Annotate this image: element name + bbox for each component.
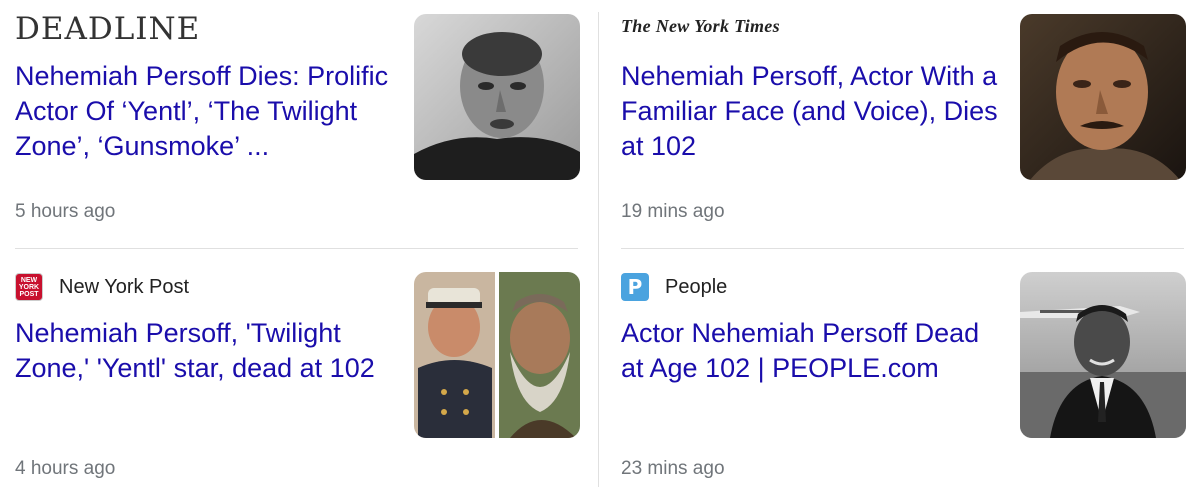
people-favicon-icon: P	[621, 273, 649, 301]
source-name: People	[665, 275, 728, 298]
timestamp: 23 mins ago	[621, 458, 725, 479]
headline-link[interactable]: Nehemiah Persoff Dies: Prolific Actor Of…	[15, 59, 395, 164]
news-card-deadline[interactable]: DEADLINE Nehemiah Persoff Dies: Prolific…	[15, 12, 580, 222]
headline-link[interactable]: Nehemiah Persoff, 'Twilight Zone,' 'Yent…	[15, 316, 395, 386]
source-name: New York Post	[59, 275, 190, 298]
thumbnail-image[interactable]	[414, 272, 580, 438]
row-divider-left	[15, 248, 578, 249]
thumbnail-image[interactable]	[1020, 14, 1186, 180]
news-card-people[interactable]: P People Actor Nehemiah Persoff Dead at …	[621, 270, 1186, 479]
nypost-favicon-icon: NEW YORK POST	[15, 273, 43, 301]
headline-link[interactable]: Actor Nehemiah Persoff Dead at Age 102 |…	[621, 316, 1001, 386]
timestamp: 4 hours ago	[15, 458, 116, 479]
headline-link[interactable]: Nehemiah Persoff, Actor With a Familiar …	[621, 59, 1001, 164]
timestamp: 5 hours ago	[15, 201, 116, 222]
column-divider	[598, 12, 599, 487]
timestamp: 19 mins ago	[621, 201, 725, 222]
thumbnail-image[interactable]	[1020, 272, 1186, 438]
row-divider-right	[621, 248, 1184, 249]
news-card-nytimes[interactable]: The New York Times Nehemiah Persoff, Act…	[621, 12, 1186, 222]
news-card-nypost[interactable]: NEW YORK POST New York Post Nehemiah Per…	[15, 270, 580, 479]
thumbnail-image[interactable]	[414, 14, 580, 180]
